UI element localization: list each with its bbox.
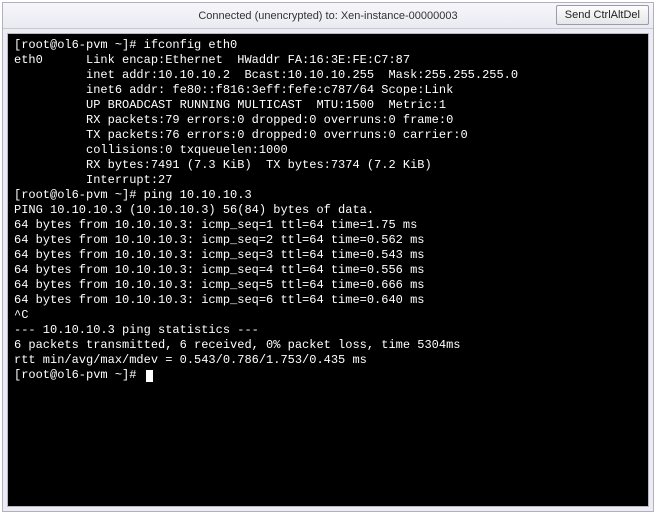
terminal-line: rtt min/avg/max/mdev = 0.543/0.786/1.753… <box>14 353 642 368</box>
terminal-line: [root@ol6-pvm ~]# ping 10.10.10.3 <box>14 188 642 203</box>
terminal-line: RX packets:79 errors:0 dropped:0 overrun… <box>14 113 642 128</box>
terminal-line: inet6 addr: fe80::f816:3eff:fefe:c787/64… <box>14 83 642 98</box>
send-ctrlaltdel-button[interactable]: Send CtrlAltDel <box>556 5 649 25</box>
terminal-line: [root@ol6-pvm ~]# ifconfig eth0 <box>14 38 642 53</box>
titlebar: Connected (unencrypted) to: Xen-instance… <box>3 3 653 29</box>
terminal-line: Interrupt:27 <box>14 173 642 188</box>
terminal-line: 6 packets transmitted, 6 received, 0% pa… <box>14 338 642 353</box>
cursor <box>146 370 153 382</box>
terminal-line: 64 bytes from 10.10.10.3: icmp_seq=1 ttl… <box>14 218 642 233</box>
terminal-line: 64 bytes from 10.10.10.3: icmp_seq=5 ttl… <box>14 278 642 293</box>
terminal-line: TX packets:76 errors:0 dropped:0 overrun… <box>14 128 642 143</box>
terminal-line: 64 bytes from 10.10.10.3: icmp_seq=3 ttl… <box>14 248 642 263</box>
terminal-line: 64 bytes from 10.10.10.3: icmp_seq=6 ttl… <box>14 293 642 308</box>
terminal-line: 64 bytes from 10.10.10.3: icmp_seq=2 ttl… <box>14 233 642 248</box>
terminal[interactable]: [root@ol6-pvm ~]# ifconfig eth0eth0 Link… <box>7 33 649 507</box>
terminal-line: eth0 Link encap:Ethernet HWaddr FA:16:3E… <box>14 53 642 68</box>
terminal-line: [root@ol6-pvm ~]# <box>14 368 642 383</box>
terminal-line: PING 10.10.10.3 (10.10.10.3) 56(84) byte… <box>14 203 642 218</box>
terminal-line: --- 10.10.10.3 ping statistics --- <box>14 323 642 338</box>
terminal-line: RX bytes:7491 (7.3 KiB) TX bytes:7374 (7… <box>14 158 642 173</box>
terminal-line: ^C <box>14 308 642 323</box>
terminal-line: collisions:0 txqueuelen:1000 <box>14 143 642 158</box>
terminal-line: inet addr:10.10.10.2 Bcast:10.10.10.255 … <box>14 68 642 83</box>
terminal-wrap: [root@ol6-pvm ~]# ifconfig eth0eth0 Link… <box>3 29 653 511</box>
terminal-line: UP BROADCAST RUNNING MULTICAST MTU:1500 … <box>14 98 642 113</box>
console-window: Connected (unencrypted) to: Xen-instance… <box>2 2 654 512</box>
terminal-line: 64 bytes from 10.10.10.3: icmp_seq=4 ttl… <box>14 263 642 278</box>
